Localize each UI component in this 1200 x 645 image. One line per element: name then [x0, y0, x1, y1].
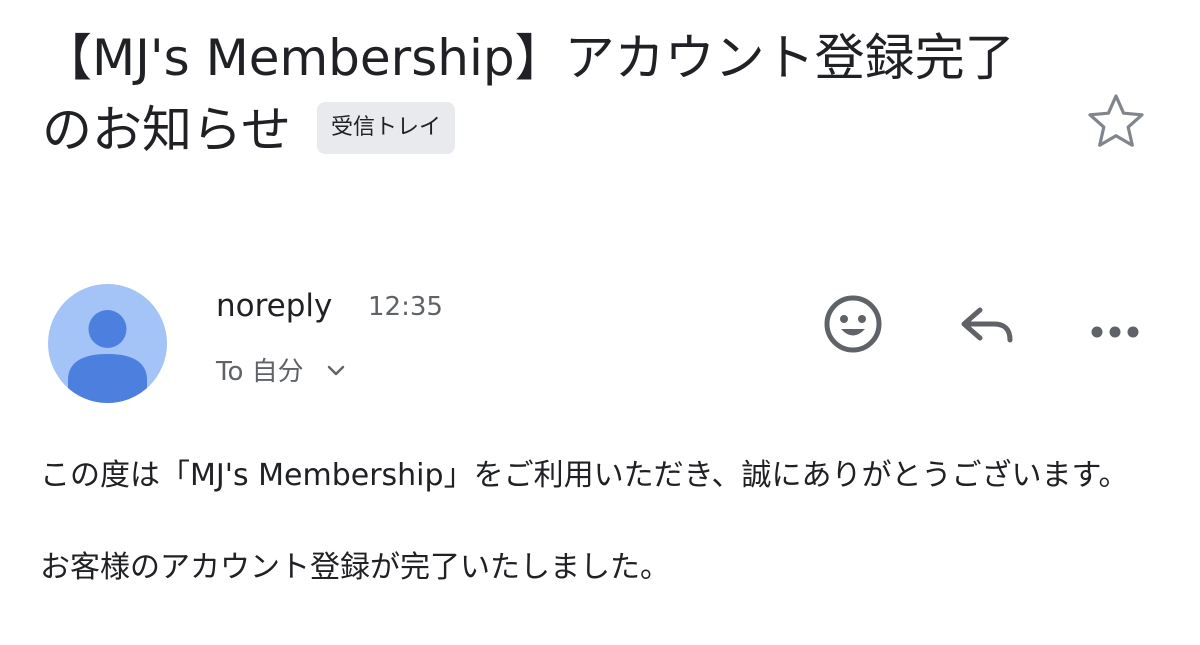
- emoji-reaction-icon[interactable]: [821, 292, 885, 356]
- sent-time: 12:35: [368, 292, 443, 322]
- recipient-details-toggle[interactable]: To 自分: [216, 354, 346, 390]
- chevron-down-icon: [327, 365, 345, 375]
- email-view: 【MJ's Membership】アカウント登録完了のお知らせ 受信トレイ nor…: [0, 0, 1200, 645]
- email-subject-header: 【MJ's Membership】アカウント登録完了のお知らせ 受信トレイ: [42, 22, 1062, 166]
- sender-row: noreply 12:35 To 自分: [0, 280, 1200, 410]
- reply-arrow-icon[interactable]: [954, 292, 1018, 356]
- body-paragraph: お客様のアカウント登録が完了いたしました。: [40, 550, 670, 585]
- star-icon[interactable]: [1086, 92, 1146, 150]
- person-avatar-icon: [68, 310, 147, 403]
- sender-name[interactable]: noreply: [216, 286, 332, 326]
- email-body: この度は「MJ's Membership」をご利用いただき、誠にありがとうござい…: [40, 453, 1170, 591]
- recipient-label: To 自分: [216, 357, 304, 387]
- avatar[interactable]: [48, 284, 167, 403]
- more-horizontal-icon[interactable]: [1084, 292, 1148, 356]
- email-subject: 【MJ's Membership】アカウント登録完了のお知らせ: [42, 29, 1015, 159]
- body-paragraph: この度は「MJ's Membership」をご利用いただき、誠にありがとうござい…: [40, 458, 1129, 493]
- inbox-label-chip[interactable]: 受信トレイ: [317, 101, 456, 154]
